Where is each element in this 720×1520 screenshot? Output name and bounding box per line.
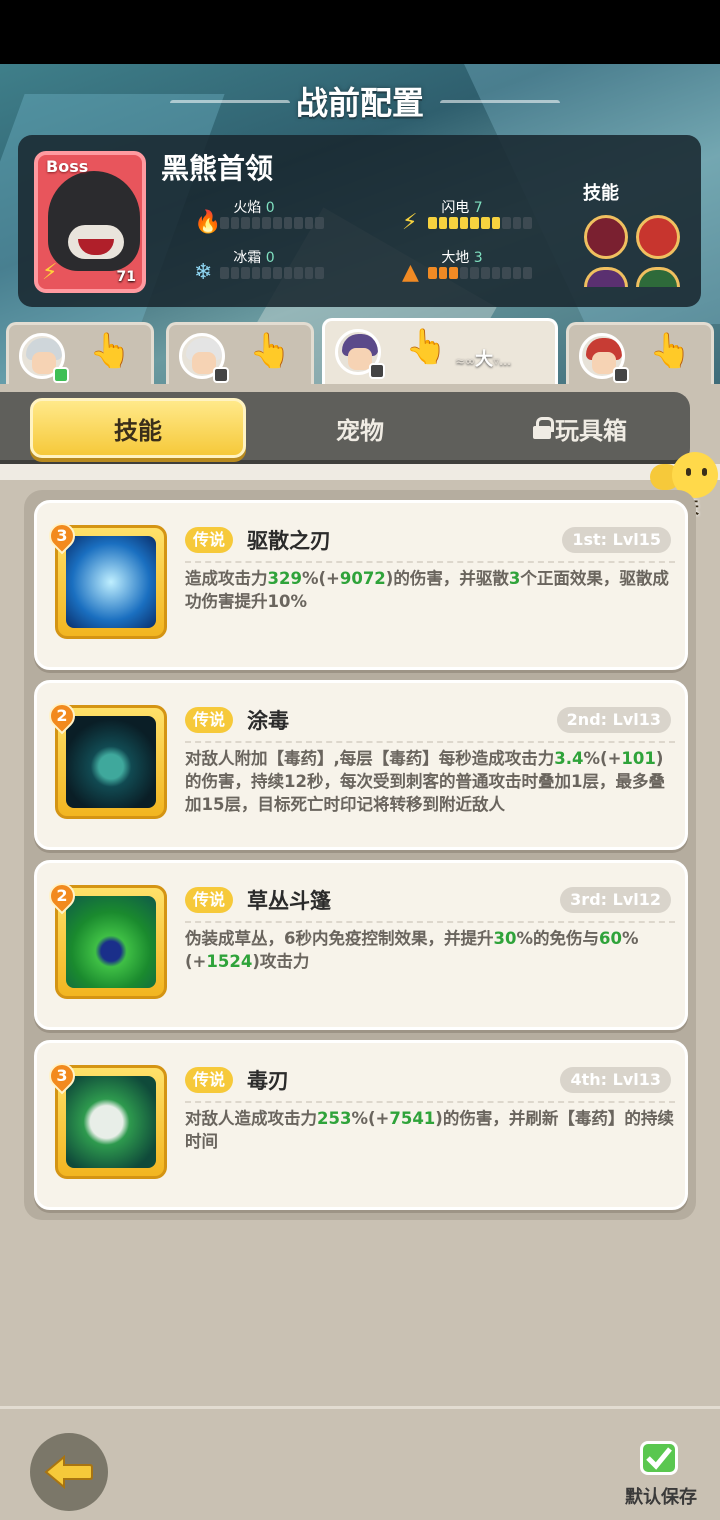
skill-description: 对敌人造成攻击力253%(+7541)的伤害，并刷新【毒药】的持续时间 bbox=[185, 1109, 674, 1151]
skill-name: 草丛斗篷 bbox=[247, 889, 331, 913]
tap-hand-icon: 👆 bbox=[89, 331, 132, 371]
boss-skills-label: 技能 bbox=[583, 183, 619, 204]
stat-earth: 大地 3 ▲ bbox=[402, 247, 542, 287]
poison-drop-icon bbox=[66, 716, 156, 808]
lock-icon bbox=[533, 417, 554, 439]
skill-card[interactable]: 2 传说 涂毒 2nd: Lvl13 对敌人附加【毒药】,每层【毒药】每秒造成攻… bbox=[34, 680, 688, 850]
boss-level: 71 bbox=[116, 269, 136, 285]
stat-lightning: 闪电 7 ⚡ bbox=[402, 197, 542, 237]
section-tabs: 技能 宠物 玩具箱 bbox=[0, 392, 720, 480]
tab-skills[interactable]: 技能 bbox=[30, 398, 246, 458]
skill-card[interactable]: 3 传说 驱散之刃 1st: Lvl15 造成攻击力329%(+9072)的伤害… bbox=[34, 500, 688, 670]
hero-badge-icon bbox=[369, 363, 385, 379]
rarity-badge: 传说 bbox=[185, 707, 234, 733]
checkmark-icon bbox=[640, 1441, 678, 1475]
lightning-level-bar bbox=[428, 217, 532, 229]
stat-frost: 冰霜 0 ❄ bbox=[194, 247, 334, 287]
save-label: 默认保存 bbox=[625, 1487, 697, 1508]
tap-hand-icon: 👆 bbox=[249, 331, 292, 371]
hero-tab-2[interactable]: 👆 bbox=[166, 322, 314, 384]
stat-fire: 火焰 0 🔥 bbox=[194, 197, 334, 237]
skill-card[interactable]: 2 传说 草丛斗篷 3rd: Lvl12 伪装成草丛，6秒内免疫控制效果，并提升… bbox=[34, 860, 688, 1030]
hero-tab-1[interactable]: 👆 bbox=[6, 322, 154, 384]
skill-name: 涂毒 bbox=[247, 709, 289, 733]
bottom-bar: 默认保存 bbox=[0, 1406, 720, 1520]
hero-tag: ≈∞大▿… bbox=[455, 349, 512, 370]
tab-pets[interactable]: 宠物 bbox=[260, 398, 460, 458]
tab-toybox-label: 玩具箱 bbox=[555, 416, 627, 445]
boss-info-card: Boss ⚡ 71 黑熊首领 火焰 0 🔥 闪电 7 ⚡ 冰霜 0 ❄ 大地 3… bbox=[18, 135, 701, 307]
fire-level-bar bbox=[220, 217, 324, 229]
boss-skill-claw-icon[interactable] bbox=[636, 215, 680, 259]
skill-rank-badge: 3 bbox=[43, 517, 81, 555]
skill-rank-badge: 2 bbox=[43, 697, 81, 735]
back-arrow-icon bbox=[44, 1455, 93, 1489]
status-bar bbox=[0, 0, 720, 64]
earth-icon: ▲ bbox=[402, 260, 419, 285]
skill-level-badge: 4th: Lvl13 bbox=[560, 1067, 671, 1093]
default-save-button[interactable]: 默认保存 bbox=[616, 1437, 706, 1517]
skill-rank-badge: 2 bbox=[43, 877, 81, 915]
hero-selector: 👆 👆 👆 ≈∞大▿… 👆 bbox=[0, 318, 720, 388]
skill-list: 3 传说 驱散之刃 1st: Lvl15 造成攻击力329%(+9072)的伤害… bbox=[24, 490, 696, 1220]
rarity-badge: 传说 bbox=[185, 1067, 234, 1093]
skill-level-badge: 1st: Lvl15 bbox=[562, 527, 671, 553]
dispel-blade-icon bbox=[66, 536, 156, 628]
poison-skull-icon bbox=[66, 1076, 156, 1168]
hero-tab-3[interactable]: 👆 ≈∞大▿… bbox=[322, 318, 558, 386]
lightning-element-icon: ⚡ bbox=[42, 260, 58, 285]
skill-card[interactable]: 3 传说 毒刃 4th: Lvl13 对敌人造成攻击力253%(+7541)的伤… bbox=[34, 1040, 688, 1210]
skill-level-badge: 2nd: Lvl13 bbox=[556, 707, 671, 733]
boss-skill-3-icon[interactable] bbox=[584, 267, 628, 287]
skill-name: 毒刃 bbox=[247, 1069, 289, 1093]
page-title: 战前配置 bbox=[295, 84, 424, 122]
bush-cloak-icon bbox=[66, 896, 156, 988]
frost-level-bar bbox=[220, 267, 324, 279]
back-button[interactable] bbox=[30, 1433, 108, 1511]
rarity-badge: 传说 bbox=[185, 527, 234, 553]
hero-tab-4[interactable]: 👆 bbox=[566, 322, 714, 384]
hero-badge-icon bbox=[613, 367, 629, 383]
tap-hand-icon: 👆 bbox=[649, 331, 692, 371]
skill-name: 驱散之刃 bbox=[247, 529, 331, 553]
hero-badge-icon bbox=[213, 367, 229, 383]
skill-level-badge: 3rd: Lvl12 bbox=[560, 887, 671, 913]
snowflake-icon: ❄ bbox=[194, 260, 213, 285]
flame-icon: 🔥 bbox=[194, 210, 222, 235]
rarity-badge: 传说 bbox=[185, 887, 234, 913]
boss-name: 黑熊首领 bbox=[161, 152, 274, 185]
tap-hand-icon: 👆 bbox=[405, 327, 448, 367]
skill-description: 对敌人附加【毒药】,每层【毒药】每秒造成攻击力3.4%(+101)的伤害，持续1… bbox=[185, 749, 665, 814]
boss-badge: Boss bbox=[46, 157, 89, 176]
skill-description: 造成攻击力329%(+9072)的伤害，并驱散3个正面效果，驱散成功伤害提升10… bbox=[185, 569, 669, 611]
lightning-icon: ⚡ bbox=[402, 210, 418, 235]
earth-level-bar bbox=[428, 267, 532, 279]
tab-toybox[interactable]: 玩具箱 bbox=[480, 398, 680, 458]
boss-skill-bite-icon[interactable] bbox=[584, 215, 628, 259]
skill-rank-badge: 3 bbox=[43, 1057, 81, 1095]
boss-portrait[interactable]: Boss ⚡ 71 bbox=[34, 151, 146, 293]
equipped-badge-icon bbox=[53, 367, 69, 383]
skill-description: 伪装成草丛，6秒内免疫控制效果，并提升30%的免伤与60%(+1524)攻击力 bbox=[185, 929, 639, 971]
boss-skill-4-icon[interactable] bbox=[636, 267, 680, 287]
